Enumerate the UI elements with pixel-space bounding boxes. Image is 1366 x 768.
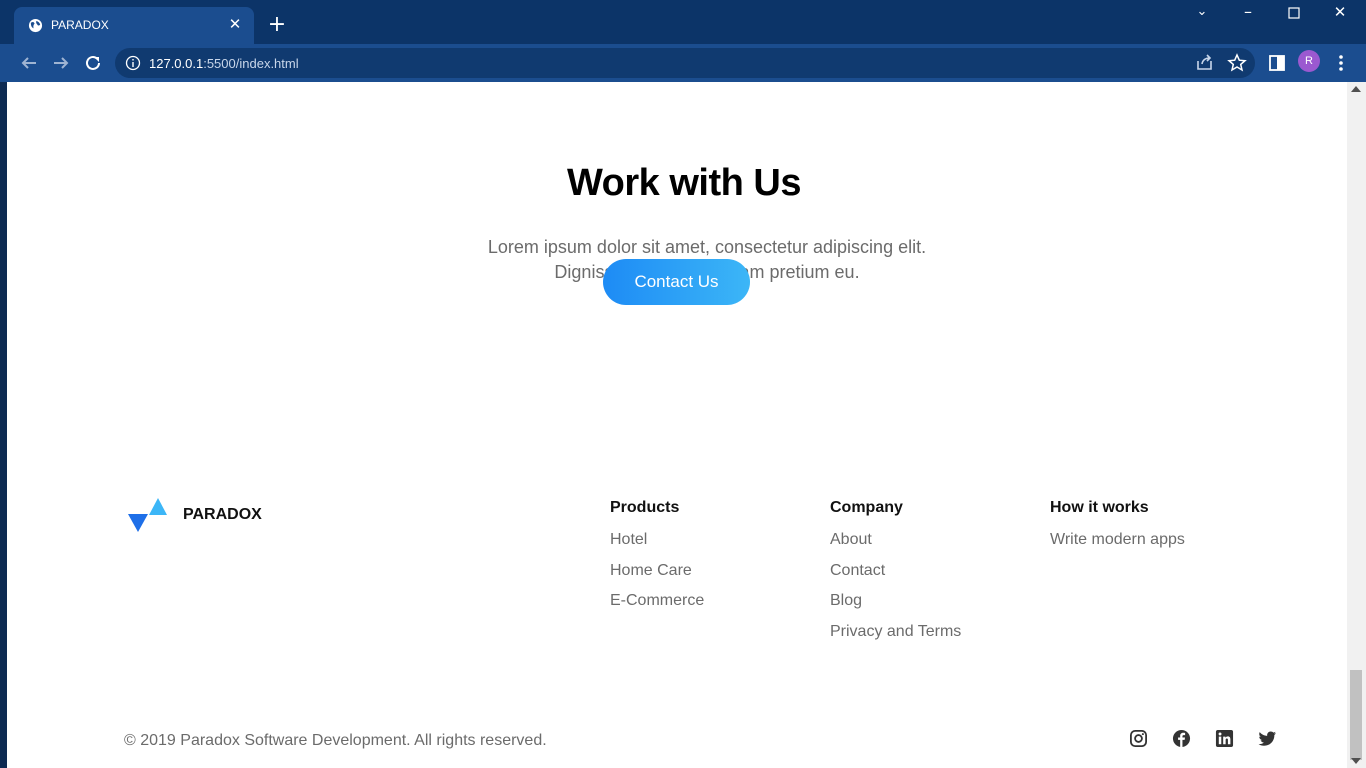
maximize-icon [1288, 7, 1300, 19]
url-text: 127.0.0.1:5500/index.html [149, 56, 299, 71]
more-menu-icon[interactable] [1330, 52, 1352, 74]
address-bar[interactable]: 127.0.0.1:5500/index.html [115, 48, 1255, 78]
forward-arrow-icon[interactable] [50, 52, 72, 74]
footer-link-blog[interactable]: Blog [830, 586, 961, 617]
column-heading: Company [830, 499, 903, 516]
footer-link-privacy-terms[interactable]: Privacy and Terms [830, 617, 961, 648]
share-icon[interactable] [1194, 52, 1216, 74]
reload-icon[interactable] [82, 52, 104, 74]
vertical-scrollbar[interactable] [1347, 82, 1366, 768]
page-viewport: Work with Us Lorem ipsum dolor sit amet,… [7, 82, 1347, 768]
footer-column-company: Company About Contact Blog Privacy and T… [830, 499, 961, 647]
column-heading: How it works [1050, 499, 1149, 516]
bookmark-star-icon[interactable] [1226, 52, 1248, 74]
footer-link-home-care[interactable]: Home Care [610, 556, 704, 587]
tab-active[interactable]: PARADOX ✕ [14, 7, 254, 44]
maximize-button[interactable] [1283, 4, 1305, 24]
footer-brand[interactable]: PARADOX [128, 497, 288, 537]
url-path: :5500/index.html [203, 56, 299, 71]
linkedin-icon[interactable] [1215, 729, 1234, 748]
browser-chrome: PARADOX ✕ + ⌄ – ✕ 127.0.0.1:5500/index.h… [0, 0, 1366, 82]
browser-toolbar: 127.0.0.1:5500/index.html [0, 44, 1366, 82]
tab-title: PARADOX [51, 18, 109, 32]
footer-column-how-it-works: How it works Write modern apps [1050, 499, 1185, 556]
subtitle-line-1: Lorem ipsum dolor sit amet, consectetur … [487, 237, 927, 257]
tab-strip: PARADOX ✕ + ⌄ – ✕ [0, 0, 1366, 44]
section-title: Work with Us [567, 162, 802, 204]
footer-column-products: Products Hotel Home Care E-Commerce [610, 499, 704, 617]
close-tab-icon[interactable]: ✕ [226, 16, 244, 34]
contact-us-button[interactable]: Contact Us [603, 259, 750, 305]
back-arrow-icon[interactable] [18, 52, 40, 74]
profile-avatar[interactable]: R [1298, 50, 1320, 72]
scrollbar-thumb[interactable] [1350, 670, 1362, 760]
site-info-icon[interactable] [125, 55, 141, 71]
new-tab-button[interactable]: + [266, 14, 288, 36]
url-host: 127.0.0.1 [149, 56, 204, 71]
footer-link-contact[interactable]: Contact [830, 556, 961, 587]
twitter-icon[interactable] [1258, 729, 1277, 748]
facebook-icon[interactable] [1172, 729, 1191, 748]
footer-link-about[interactable]: About [830, 525, 961, 556]
scroll-down-arrow-icon[interactable] [1351, 758, 1361, 764]
footer-link-ecommerce[interactable]: E-Commerce [610, 586, 704, 617]
instagram-icon[interactable] [1129, 729, 1148, 748]
paradox-logo-icon [128, 498, 167, 532]
tab-search-icon[interactable]: ⌄ [1191, 4, 1213, 24]
footer-link-write-modern-apps[interactable]: Write modern apps [1050, 525, 1185, 556]
scroll-up-arrow-icon[interactable] [1351, 86, 1361, 92]
side-panel-icon[interactable] [1266, 52, 1288, 74]
footer-link-hotel[interactable]: Hotel [610, 525, 704, 556]
brand-name: PARADOX [183, 506, 262, 523]
window-close-button[interactable]: ✕ [1329, 3, 1351, 23]
window-edge [0, 82, 7, 768]
minimize-button[interactable]: – [1237, 2, 1259, 22]
copyright-text: © 2019 Paradox Software Development. All… [124, 732, 547, 749]
column-heading: Products [610, 499, 680, 516]
globe-icon [28, 18, 43, 33]
